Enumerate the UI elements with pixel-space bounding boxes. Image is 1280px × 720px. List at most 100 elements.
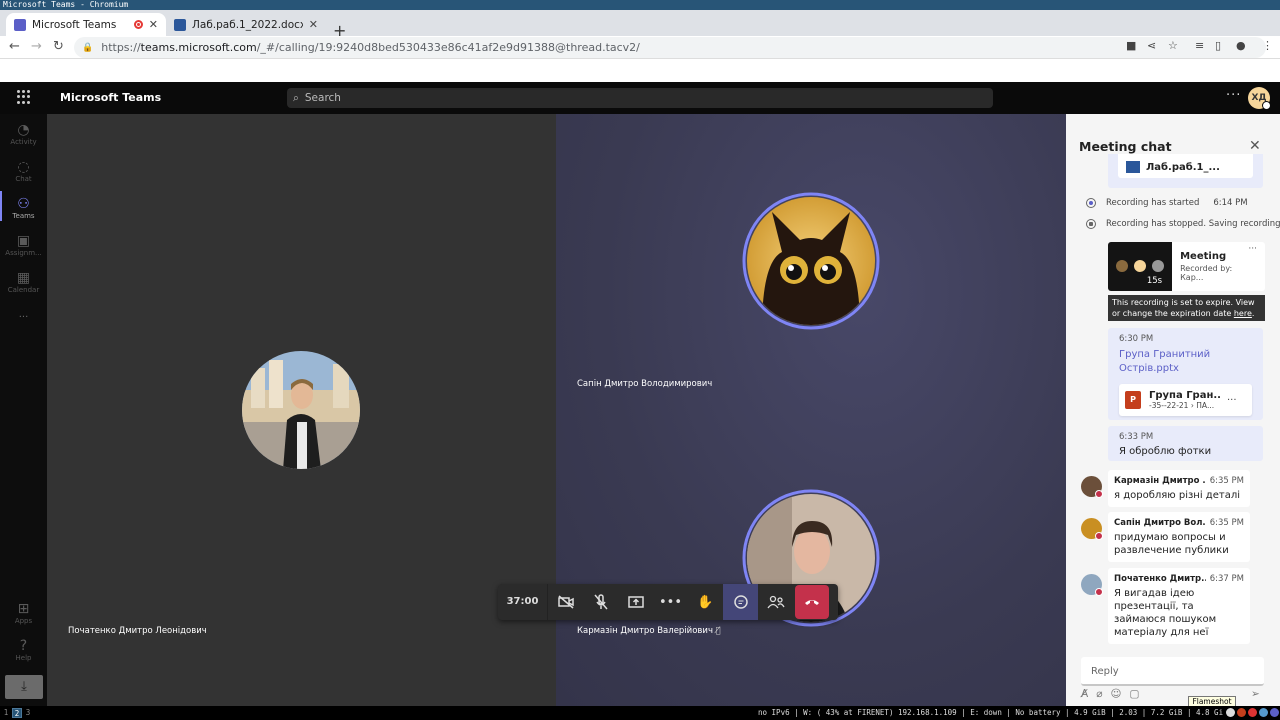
reload-icon[interactable]: ↻ bbox=[53, 39, 64, 54]
recording-more-icon[interactable]: ··· bbox=[1248, 244, 1257, 254]
avatar bbox=[1081, 574, 1103, 596]
reply-input[interactable]: Reply bbox=[1081, 657, 1264, 686]
side-panel-icon[interactable]: ▯ bbox=[1215, 39, 1221, 52]
show-chat-button[interactable] bbox=[723, 584, 758, 620]
participant-name-right-bottom: Кармазін Дмитро Валерійович 🎙̸ bbox=[577, 626, 721, 636]
tab-document[interactable]: Лаб.раб.1_2022.docx ✕ bbox=[166, 13, 326, 36]
rail-label: Teams bbox=[12, 212, 35, 220]
expiration-tooltip: This recording is set to expire. View or… bbox=[1108, 295, 1265, 321]
rail-item-calendar[interactable]: ▦ Calendar bbox=[0, 270, 47, 294]
more-actions-button[interactable]: ••• bbox=[653, 584, 688, 620]
expiration-link[interactable]: here bbox=[1234, 309, 1252, 318]
tab-microsoft-teams[interactable]: Microsoft Teams ✕ bbox=[6, 13, 166, 36]
camera-off-button[interactable] bbox=[548, 584, 583, 620]
share-screen-button[interactable] bbox=[618, 584, 653, 620]
profile-icon[interactable]: ● bbox=[1236, 39, 1246, 52]
teams-top-bar: Microsoft Teams ⌕ Search ··· ХД bbox=[0, 82, 1280, 114]
url-scheme: https:// bbox=[101, 41, 141, 54]
leave-call-button[interactable] bbox=[795, 585, 829, 619]
back-icon[interactable]: ← bbox=[9, 39, 20, 54]
backpack-icon: ▣ bbox=[16, 233, 31, 249]
message-bubble: Початенко Дмитр... 6:37 PM Я вигадав ідею … bbox=[1108, 568, 1250, 644]
powerpoint-file-icon: P bbox=[1125, 391, 1141, 409]
participant-name-left: Початенко Дмитро Леонідович bbox=[68, 626, 207, 636]
workspace-button[interactable]: 3 bbox=[23, 708, 33, 718]
url-path: /_#/calling/19:9240d8bed530433e86c41af2e… bbox=[256, 41, 640, 54]
message-author: Сапін Дмитро Вол... bbox=[1114, 518, 1206, 528]
recording-thumbnail: 15s bbox=[1108, 242, 1173, 291]
recording-started-icon bbox=[1086, 198, 1096, 208]
address-bar-row: ← → ↻ 🔒 https://teams.microsoft.com/_#/c… bbox=[0, 36, 1280, 59]
message-bubble: Кармазін Дмитро ... 6:35 PM я доробляю різ… bbox=[1108, 470, 1250, 507]
message-text: Я оброблю фотки bbox=[1119, 446, 1212, 457]
format-icon[interactable]: A̸ bbox=[1081, 688, 1088, 700]
search-icon: ⌕ bbox=[293, 91, 299, 104]
participants-button[interactable] bbox=[758, 584, 793, 620]
emoji-icon[interactable]: ☺ bbox=[1111, 688, 1122, 700]
app-launcher-icon[interactable] bbox=[17, 90, 31, 104]
more-icon: ••• bbox=[658, 594, 682, 610]
settings-more-icon[interactable]: ··· bbox=[1226, 88, 1241, 103]
participant-avatar-pochatenko bbox=[242, 351, 360, 469]
rail-item-chat[interactable]: ◌ Chat bbox=[0, 159, 47, 183]
message-author: Початенко Дмитр... bbox=[1114, 574, 1206, 584]
close-chat-icon[interactable]: ✕ bbox=[1249, 138, 1261, 154]
message-bubble-mine: 6:30 PM Група Гранитний Острів.pptx P Гр… bbox=[1108, 328, 1263, 420]
browser-menu-icon[interactable]: ⋮ bbox=[1262, 39, 1273, 52]
attach-icon[interactable]: ⌀ bbox=[1096, 688, 1102, 700]
system-time: 6:14 PM bbox=[1213, 198, 1248, 208]
close-tab-icon[interactable]: ✕ bbox=[149, 18, 158, 31]
message-bubble-mine: Лаб.раб.1_... bbox=[1108, 154, 1263, 188]
rail-item-more[interactable]: ··· bbox=[0, 312, 47, 323]
file-more-icon[interactable]: ··· bbox=[1227, 395, 1237, 406]
rail-item-activity[interactable]: ◔ Activity bbox=[0, 122, 47, 146]
word-favicon-icon bbox=[174, 18, 186, 31]
message-time: 6:33 PM bbox=[1119, 432, 1154, 442]
recording-card[interactable]: 15s Meeting Recorded by: Кар... ··· bbox=[1108, 242, 1265, 291]
workspace-button[interactable]: 1 bbox=[1, 708, 11, 718]
search-input[interactable]: ⌕ Search bbox=[287, 88, 993, 108]
bookmark-star-icon[interactable]: ☆ bbox=[1168, 39, 1178, 52]
message-other: Сапін Дмитро Вол... 6:35 PM придумаю вопро… bbox=[1081, 512, 1264, 562]
file-location: -35--22-21 › ПА... bbox=[1149, 401, 1215, 410]
rail-item-apps[interactable]: ⊞ Apps bbox=[0, 601, 47, 625]
share-icon[interactable]: ⋖ bbox=[1147, 39, 1156, 52]
file-attachment[interactable]: P Група Гран... -35--22-21 › ПА... ··· bbox=[1119, 384, 1252, 416]
mic-off-button[interactable] bbox=[583, 584, 618, 620]
rail-item-assignments[interactable]: ▣ Assignm... bbox=[0, 233, 47, 257]
chat-icon: ◌ bbox=[17, 159, 30, 175]
rail-label: Help bbox=[15, 654, 32, 662]
tab-label: Лаб.раб.1_2022.docx bbox=[192, 18, 303, 31]
close-tab-icon[interactable]: ✕ bbox=[309, 18, 318, 31]
recording-duration: 15s bbox=[1146, 276, 1163, 286]
file-name: Лаб.раб.1_... bbox=[1146, 162, 1220, 173]
user-avatar[interactable]: ХД bbox=[1248, 87, 1271, 110]
url-field[interactable]: 🔒 https://teams.microsoft.com/_#/calling… bbox=[74, 37, 1266, 58]
call-control-bar: 37:00 ••• ✋ bbox=[498, 584, 838, 620]
window-title-bar: Microsoft Teams - Chromium bbox=[0, 0, 1280, 10]
workspace-button-active[interactable]: 2 bbox=[12, 708, 22, 718]
message-time: 6:35 PM bbox=[1209, 476, 1244, 486]
message-bubble-mine: 6:33 PM Я оброблю фотки bbox=[1108, 426, 1263, 461]
camera-icon[interactable]: ■ bbox=[1126, 39, 1136, 52]
file-attachment[interactable]: Лаб.раб.1_... bbox=[1118, 154, 1253, 178]
forward-icon[interactable]: → bbox=[31, 39, 42, 54]
send-icon[interactable]: ➢ bbox=[1251, 688, 1260, 700]
tooltip-end: . bbox=[1251, 309, 1255, 318]
message-other: Кармазін Дмитро ... 6:35 PM я доробляю різ… bbox=[1081, 470, 1264, 507]
system-text: Recording has stopped. Saving recording.… bbox=[1106, 219, 1280, 229]
mic-off-icon bbox=[593, 594, 608, 610]
file-link[interactable]: Група Гранитний Острів.pptx bbox=[1119, 348, 1252, 376]
sticker-icon[interactable]: ▢ bbox=[1129, 688, 1139, 700]
reading-list-icon[interactable]: ≡ bbox=[1195, 39, 1204, 52]
rail-item-help[interactable]: ? Help bbox=[0, 638, 47, 662]
file-name: Група Гран... bbox=[1149, 390, 1221, 401]
muted-mic-icon: 🎙̸ bbox=[715, 626, 721, 636]
rail-item-teams[interactable]: ⚇ Teams bbox=[0, 196, 47, 220]
raise-hand-button[interactable]: ✋ bbox=[688, 584, 723, 620]
message-text: Я вигадав ідею презентації, та займаюся … bbox=[1114, 588, 1217, 638]
rail-label: Assignm... bbox=[5, 249, 42, 257]
meeting-chat-panel: Meeting chat ✕ Лаб.раб.1_... Recording h… bbox=[1066, 114, 1280, 706]
recording-author: Recorded by: Кар... bbox=[1180, 264, 1233, 282]
download-app-icon[interactable]: ⤓ bbox=[5, 675, 43, 699]
